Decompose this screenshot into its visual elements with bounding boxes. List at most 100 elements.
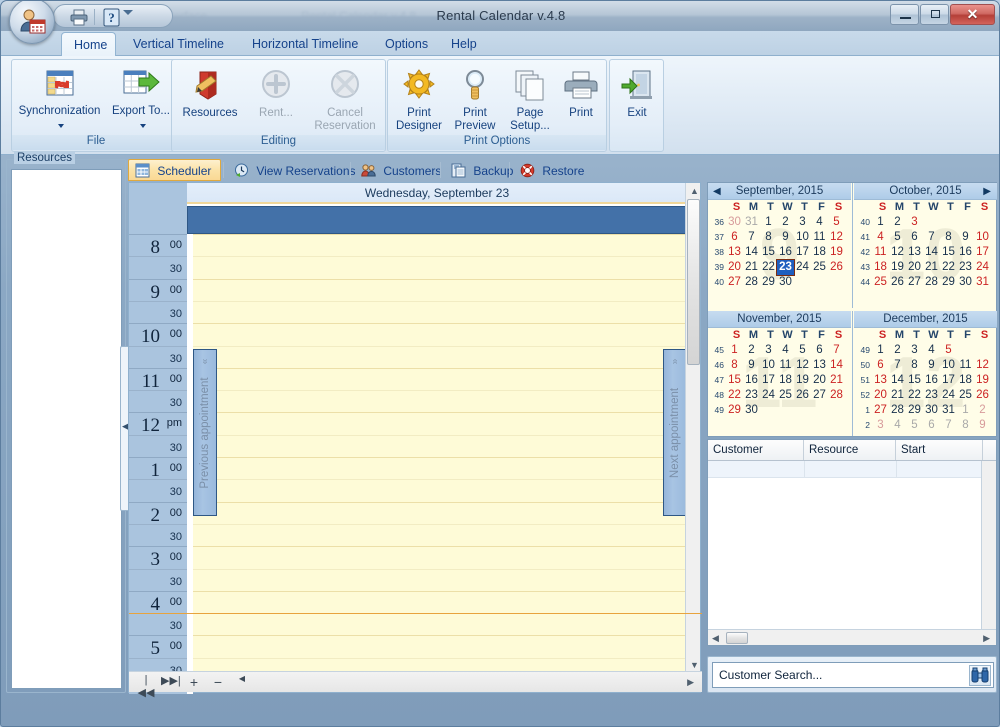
calendar-day[interactable]: 3 xyxy=(794,215,811,230)
calendar-day[interactable]: 13 xyxy=(872,373,889,388)
resources-list[interactable] xyxy=(11,169,122,689)
calendar-day[interactable]: 25 xyxy=(777,388,794,403)
calendar-day[interactable]: 22 xyxy=(760,260,777,275)
calendar-day[interactable]: 17 xyxy=(940,373,957,388)
close-button[interactable]: ✕ xyxy=(950,4,995,25)
mini-calendar-october[interactable]: October, 2015▶10SMTWTFS40123414567891042… xyxy=(854,183,997,308)
calendar-day[interactable]: 24 xyxy=(940,388,957,403)
calendar-day[interactable]: 6 xyxy=(811,343,828,358)
reservations-vertical-scrollbar[interactable] xyxy=(981,461,996,629)
calendar-day[interactable]: 11 xyxy=(872,245,889,260)
calendar-day[interactable]: 11 xyxy=(811,230,828,245)
scrollbar-thumb[interactable] xyxy=(726,632,748,644)
calendar-day[interactable]: 15 xyxy=(726,373,743,388)
calendar-day[interactable]: 23 xyxy=(743,388,760,403)
calendar-day[interactable]: 30 xyxy=(777,275,794,290)
tab-scheduler[interactable]: Scheduler xyxy=(128,159,221,181)
tab-restore[interactable]: Restore xyxy=(513,159,592,181)
calendar-day[interactable]: 3 xyxy=(906,215,923,230)
calendar-day[interactable]: 4 xyxy=(777,343,794,358)
nav-add-button[interactable]: + xyxy=(185,674,203,690)
calendar-day[interactable]: 9 xyxy=(923,358,940,373)
help-icon[interactable]: ? xyxy=(100,7,122,27)
reservations-horizontal-scrollbar[interactable]: ◀ ▶ xyxy=(708,629,996,645)
calendar-day[interactable]: 27 xyxy=(906,275,923,290)
calendar-day[interactable]: 8 xyxy=(957,418,974,433)
calendar-day[interactable]: 12 xyxy=(889,245,906,260)
print-preview-button[interactable]: Print Preview xyxy=(448,64,502,136)
calendar-day[interactable]: 31 xyxy=(940,403,957,418)
calendar-day[interactable]: 10 xyxy=(940,358,957,373)
calendar-day[interactable]: 31 xyxy=(743,215,760,230)
calendar-day[interactable]: 3 xyxy=(906,343,923,358)
calendar-day[interactable]: 14 xyxy=(923,245,940,260)
calendar-day[interactable]: 8 xyxy=(760,230,777,245)
calendar-day[interactable]: 17 xyxy=(760,373,777,388)
calendar-day[interactable]: 9 xyxy=(743,358,760,373)
calendar-day[interactable]: 5 xyxy=(794,343,811,358)
calendar-day[interactable]: 2 xyxy=(889,215,906,230)
minimize-button[interactable] xyxy=(890,4,919,25)
mini-calendar-november[interactable]: November, 201511SMTWTFS45123456746891011… xyxy=(708,311,851,436)
calendar-day[interactable]: 7 xyxy=(743,230,760,245)
calendar-day[interactable]: 1 xyxy=(872,215,889,230)
nav-last-button[interactable]: ▶▶| xyxy=(161,674,179,690)
scroll-up-icon[interactable]: ▲ xyxy=(690,186,699,196)
calendar-day[interactable]: 29 xyxy=(906,403,923,418)
scheduler-allday-band[interactable] xyxy=(187,206,687,234)
calendar-day[interactable]: 9 xyxy=(974,418,991,433)
nav-remove-button[interactable]: − xyxy=(209,674,227,690)
mini-calendar-december[interactable]: December, 201512SMTWTFS49123455067891011… xyxy=(854,311,997,436)
calendar-day[interactable]: 28 xyxy=(889,403,906,418)
column-header-start[interactable]: Start xyxy=(896,440,983,460)
chevron-down-icon[interactable] xyxy=(140,124,146,128)
calendar-day[interactable]: 3 xyxy=(760,343,777,358)
calendar-day[interactable]: 9 xyxy=(957,230,974,245)
calendar-day[interactable]: 20 xyxy=(726,260,743,275)
exit-button[interactable]: Exit xyxy=(602,64,672,136)
calendar-day[interactable]: 25 xyxy=(872,275,889,290)
page-setup-button[interactable]: Page Setup... xyxy=(502,64,558,136)
cancel-reservation-button[interactable]: Cancel Reservation xyxy=(306,64,384,136)
calendar-day[interactable]: 15 xyxy=(760,245,777,260)
tab-view-reservations[interactable]: View Reservations xyxy=(227,159,364,181)
calendar-day[interactable]: 1 xyxy=(726,343,743,358)
calendar-day[interactable]: 20 xyxy=(906,260,923,275)
calendar-prev-icon[interactable]: ◀ xyxy=(713,186,721,197)
calendar-day[interactable]: 30 xyxy=(923,403,940,418)
calendar-day[interactable]: 2 xyxy=(777,215,794,230)
calendar-day[interactable]: 25 xyxy=(957,388,974,403)
print-designer-button[interactable]: Print Designer xyxy=(390,64,448,136)
nav-first-button[interactable]: |◀◀ xyxy=(137,674,155,690)
calendar-day[interactable]: 6 xyxy=(906,230,923,245)
nav-prev-button[interactable]: ◀ xyxy=(233,674,251,690)
calendar-day[interactable]: 30 xyxy=(743,403,760,418)
customer-search-button[interactable] xyxy=(969,665,991,686)
calendar-day[interactable]: 9 xyxy=(777,230,794,245)
calendar-day[interactable]: 29 xyxy=(940,275,957,290)
calendar-day[interactable]: 28 xyxy=(743,275,760,290)
calendar-day[interactable]: 15 xyxy=(940,245,957,260)
calendar-day[interactable]: 14 xyxy=(743,245,760,260)
calendar-day[interactable]: 16 xyxy=(957,245,974,260)
calendar-day[interactable]: 26 xyxy=(828,260,845,275)
calendar-day[interactable]: 5 xyxy=(940,343,957,358)
scheduler-vertical-scrollbar[interactable]: ▲ ▼ xyxy=(685,183,700,673)
calendar-day[interactable]: 4 xyxy=(872,230,889,245)
calendar-day-grid[interactable]: 4512345674689101112131447151617181920214… xyxy=(708,343,851,418)
calendar-day[interactable]: 22 xyxy=(906,388,923,403)
calendar-day[interactable]: 1 xyxy=(760,215,777,230)
sync-button[interactable]: Synchronization xyxy=(17,64,102,136)
calendar-day[interactable]: 12 xyxy=(794,358,811,373)
calendar-day-grid[interactable]: 4012341456789104211121314151617431819202… xyxy=(854,215,997,290)
calendar-day[interactable]: 1 xyxy=(957,403,974,418)
calendar-day[interactable]: 20 xyxy=(872,388,889,403)
calendar-day[interactable]: 28 xyxy=(923,275,940,290)
tab-customers[interactable]: Customers xyxy=(354,159,449,181)
calendar-day-grid[interactable]: 3630311234537678910111238131415161718193… xyxy=(708,215,851,290)
calendar-day[interactable]: 10 xyxy=(794,230,811,245)
calendar-day[interactable]: 27 xyxy=(811,388,828,403)
calendar-day[interactable]: 24 xyxy=(974,260,991,275)
scroll-left-icon[interactable]: ◀ xyxy=(712,633,719,644)
calendar-day[interactable]: 8 xyxy=(726,358,743,373)
